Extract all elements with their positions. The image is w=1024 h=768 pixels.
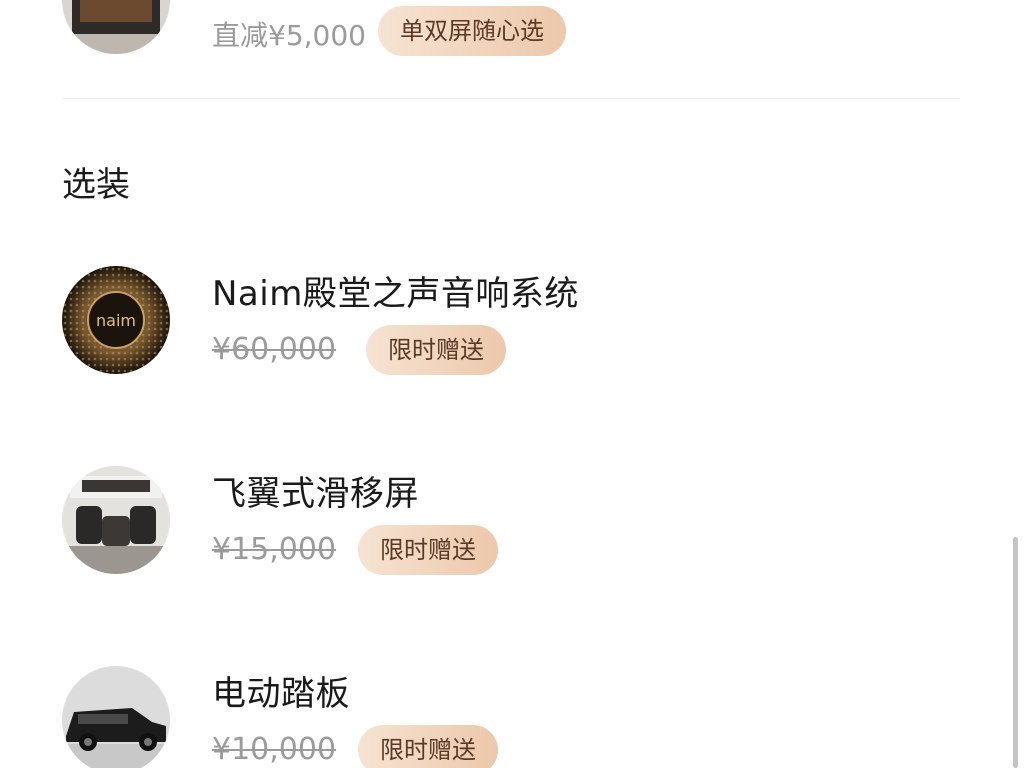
option-price-naim: ¥60,000 — [212, 332, 337, 367]
section-divider — [62, 98, 960, 99]
option-name-naim: Naim殿堂之声音响系统 — [212, 274, 579, 314]
option-name-step: 电动踏板 — [212, 674, 350, 714]
suv-side-icon — [62, 666, 170, 768]
option-thumbnail-screen[interactable] — [62, 466, 170, 574]
option-thumbnail-step[interactable] — [62, 666, 170, 768]
option-thumbnail-naim[interactable]: naim — [62, 266, 170, 374]
option-price-screen: ¥15,000 — [212, 532, 337, 567]
car-screen-icon — [62, 0, 170, 54]
cabin-interior-icon — [62, 466, 170, 574]
section-title: 选装 — [62, 165, 130, 205]
top-item-price: 直减¥5,000 — [212, 19, 366, 52]
naim-speaker-icon: naim — [62, 266, 170, 374]
top-item-badge[interactable]: 单双屏随心选 — [378, 6, 566, 56]
option-badge-step[interactable]: 限时赠送 — [358, 725, 498, 768]
naim-logo-text: naim — [96, 311, 136, 330]
option-badge-naim[interactable]: 限时赠送 — [366, 325, 506, 375]
options-page: 直减¥5,000 单双屏随心选 选装 naim Naim殿堂之声音响系统 ¥60… — [0, 0, 1024, 768]
option-badge-screen[interactable]: 限时赠送 — [358, 525, 498, 575]
option-name-screen: 飞翼式滑移屏 — [212, 474, 419, 514]
option-price-step: ¥10,000 — [212, 732, 337, 767]
scrollbar[interactable] — [1013, 537, 1018, 768]
screen-option-thumbnail[interactable] — [62, 0, 170, 54]
